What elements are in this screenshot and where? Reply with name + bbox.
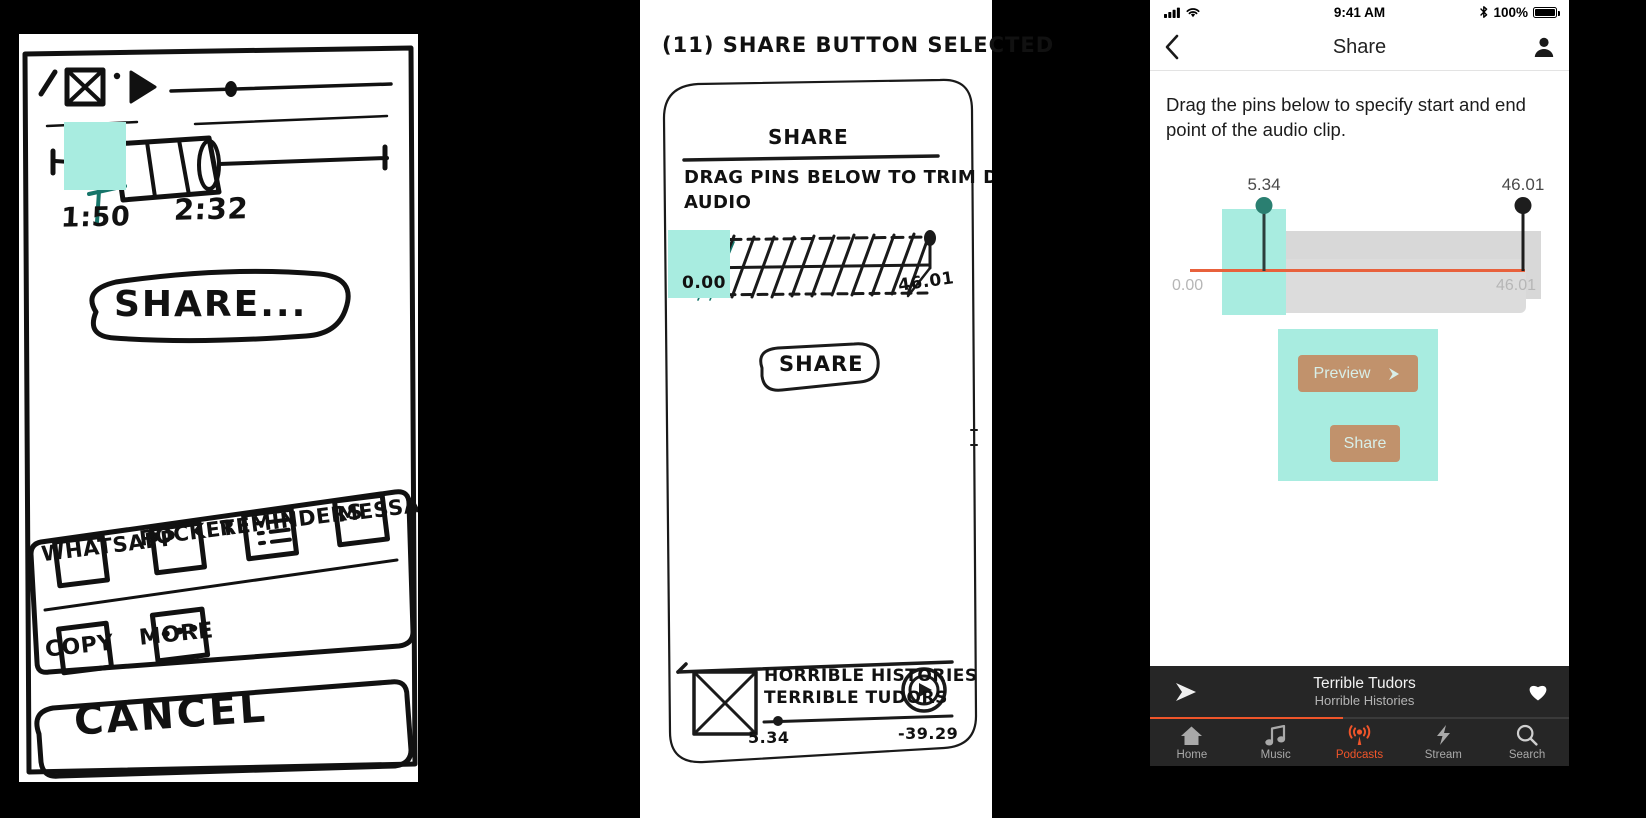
sketch-mid-now-playing-title: HORRIBLE HISTORIES [764,666,978,686]
slider-max-label: 46.01 [1496,277,1537,294]
tab-search[interactable]: Search [1485,724,1569,761]
sketch-mid-screen-title: SHARE [768,125,849,149]
now-playing-bar[interactable]: Terrible Tudors Horrible Histories [1150,666,1569,718]
favorite-button[interactable] [1507,682,1569,702]
tab-music-label: Music [1260,748,1291,761]
content-area: Drag the pins below to specify start and… [1150,71,1569,667]
status-bar-battery-percent: 100% [1493,4,1528,20]
slider-min-label: 0.00 [1172,277,1204,294]
nav-bar: Share [1150,24,1569,71]
sketch-mid-range-start: 0.00 [682,273,726,293]
phone-bottom-filler [1150,766,1569,818]
sketch-mid-share-button-label[interactable]: SHARE [779,352,863,376]
heart-icon [1529,685,1547,701]
screenshot-stage: 1:50 2:32 SHARE... WHATSAPP POCKET REMIN… [0,0,1646,818]
podcast-icon [1348,725,1371,745]
play-icon [1176,683,1196,701]
preview-button-label: Preview [1313,364,1371,382]
tab-bar: Home Music Podcasts Stream Search [1150,719,1569,766]
tab-search-label: Search [1508,749,1546,761]
start-pin-head [1255,197,1273,214]
page-title: Share [1332,35,1387,58]
start-pin-value: 5.34 [1247,175,1281,194]
sketch-mid-player-elapsed: 5.34 [748,728,790,747]
now-playing-play-button[interactable] [1150,681,1222,703]
start-pin-stem [1262,205,1266,271]
sketch-mid-caption: (11) SHARE BUTTON SELECTED [662,33,1055,57]
search-icon [1516,724,1538,746]
share-button[interactable]: Share [1330,425,1400,462]
tab-stream-label: Stream [1424,749,1462,761]
start-pin-handle[interactable]: 5.34 [1247,175,1281,271]
tab-home-label: Home [1176,748,1208,761]
end-pin-stem [1521,205,1525,271]
sketch-mid-instruction-line1: DRAG PINS BELOW TO TRIM DOWN [684,167,992,188]
tab-podcasts[interactable]: Podcasts [1318,724,1402,761]
instructions-text: Drag the pins below to specify start and… [1166,94,1526,140]
play-arrow-icon [1389,367,1400,380]
sketch-left-scrub-highlight [64,122,126,190]
share-button-label: Share [1343,434,1387,452]
status-bar: 9:41 AM 100% [1150,0,1569,24]
profile-button[interactable] [1519,36,1569,58]
sketch-left-total-time: 2:32 [173,191,250,227]
audio-range-slider[interactable]: 0.00 46.01 5.34 46.01 [1150,173,1569,341]
back-button[interactable] [1150,34,1194,60]
home-icon [1181,726,1203,745]
tab-home[interactable]: Home [1150,725,1234,761]
action-buttons-highlight: Preview Share [1278,329,1438,481]
battery-icon [1533,6,1560,18]
end-pin-handle[interactable]: 46.01 [1502,175,1544,271]
bluetooth-icon [1480,6,1488,18]
person-icon [1534,37,1554,57]
end-pin-value: 46.01 [1501,175,1545,194]
sketch-panel-middle: SHARE DRAG PINS BELOW TO TRIM DOWN AUDIO… [640,0,992,818]
sketch-left-share-button-label[interactable]: SHARE... [114,284,307,325]
sketch-mid-instruction-line2: AUDIO [684,192,752,213]
music-note-icon [1264,724,1285,745]
status-bar-right: 100% [1480,4,1560,20]
sketch-panel-left: 1:50 2:32 SHARE... WHATSAPP POCKET REMIN… [19,34,418,782]
bolt-icon [1436,725,1450,745]
sketch-mid-now-playing-subtitle: TERRIBLE TUDORS [764,688,948,708]
end-pin-head [1514,197,1532,214]
tab-music[interactable]: Music [1234,724,1318,761]
now-playing-meta: Terrible Tudors Horrible Histories [1222,675,1507,709]
sketch-mid-player-remaining: -39.29 [898,724,959,743]
phone-screen: 9:41 AM 100% Share Drag the pins below t… [1150,0,1569,818]
slider-baseline [1190,269,1525,272]
preview-button[interactable]: Preview [1298,355,1418,392]
slider-track-lower [1256,259,1526,313]
now-playing-title: Terrible Tudors [1313,675,1416,693]
now-playing-subtitle: Horrible Histories [1314,693,1415,709]
sketch-left-current-time: 1:50 [60,201,131,234]
chevron-left-icon [1165,34,1179,60]
tab-stream[interactable]: Stream [1401,724,1485,761]
tab-podcasts-label: Podcasts [1335,749,1384,761]
